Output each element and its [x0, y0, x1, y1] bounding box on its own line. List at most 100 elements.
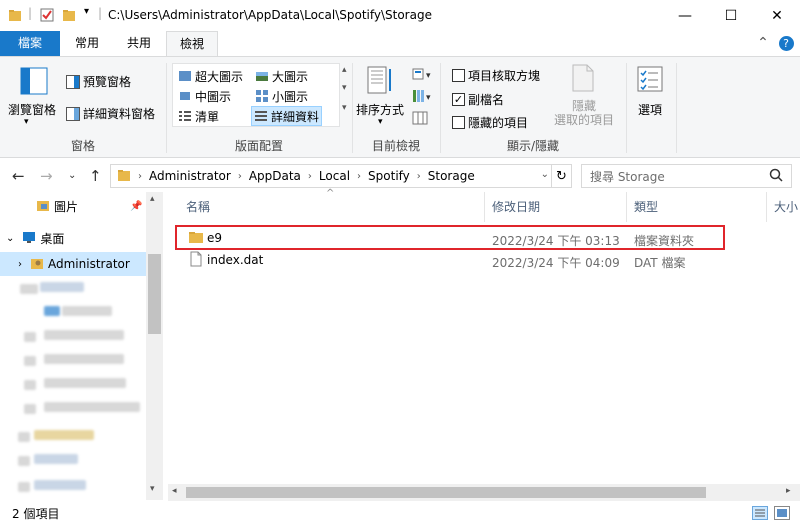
address-history-chevron-icon[interactable]: ⌄ — [541, 169, 549, 180]
refresh-icon[interactable]: ↻ — [551, 165, 571, 187]
hidden-items-checkbox[interactable] — [452, 116, 465, 129]
breadcrumb-appdata[interactable]: AppData — [245, 169, 305, 183]
redacted-item — [24, 356, 36, 366]
tab-file[interactable]: 檔案 — [0, 31, 60, 56]
navigation-pane-dropdown-icon[interactable]: ▾ — [24, 117, 29, 127]
layout-large-icons[interactable]: 大圖示 — [253, 66, 310, 86]
file-icon — [188, 251, 204, 270]
item-checkboxes-checkbox[interactable] — [452, 69, 465, 82]
address-row: ← → ⌄ ↑ › Administrator › AppData › Loca… — [0, 159, 800, 192]
navigation-pane-icon[interactable] — [20, 67, 48, 95]
size-columns-icon[interactable] — [412, 111, 428, 125]
tab-home[interactable]: 常用 — [62, 31, 112, 56]
breadcrumb-separator-icon[interactable]: › — [135, 171, 145, 182]
recent-locations-chevron-icon[interactable]: ⌄ — [68, 170, 76, 181]
options-button[interactable]: 選項 — [638, 101, 662, 118]
nav-item-pictures[interactable]: 圖片 📌 — [0, 194, 146, 218]
layout-details[interactable]: 詳細資料 — [251, 106, 323, 126]
layout-extra-large-icons[interactable]: 超大圖示 — [176, 66, 245, 86]
layout-scroll-up-icon[interactable]: ▴ — [342, 65, 347, 75]
breadcrumb-administrator[interactable]: Administrator — [145, 169, 235, 183]
pin-icon[interactable]: 📌 — [130, 201, 142, 212]
details-pane-button[interactable]: 詳細資料窗格 — [66, 105, 155, 122]
up-arrow-icon[interactable]: ↑ — [89, 167, 102, 185]
window-title: C:\Users\Administrator\AppData\Local\Spo… — [108, 8, 432, 22]
breadcrumb-separator-icon[interactable]: › — [305, 171, 315, 182]
breadcrumb-separator-icon[interactable]: › — [414, 171, 424, 182]
column-divider[interactable] — [626, 192, 627, 222]
column-header-name[interactable]: 名稱 — [186, 198, 210, 215]
group-by-icon[interactable]: ▾ — [412, 67, 434, 81]
scroll-up-icon[interactable]: ▴ — [150, 194, 155, 204]
new-folder-icon[interactable] — [62, 8, 76, 25]
breadcrumb-spotify[interactable]: Spotify — [364, 169, 414, 183]
hidden-items-toggle[interactable]: 隱藏的項目 — [452, 114, 528, 131]
redacted-item — [44, 378, 126, 388]
column-header-size[interactable]: 大小 — [774, 198, 798, 215]
file-extensions-toggle[interactable]: ✓ 副檔名 — [452, 91, 504, 108]
column-header-modified[interactable]: 修改日期 — [492, 198, 540, 215]
details-view-toggle-icon[interactable] — [752, 506, 768, 523]
navigation-scrollbar-thumb[interactable] — [148, 254, 161, 334]
scroll-down-icon[interactable]: ▾ — [150, 484, 155, 494]
svg-text:▾: ▾ — [426, 71, 431, 81]
nav-item-administrator[interactable]: › Administrator — [0, 252, 146, 276]
horizontal-scrollbar[interactable]: ◂ ▸ — [168, 484, 800, 501]
properties-icon[interactable] — [40, 8, 54, 25]
scroll-right-icon[interactable]: ▸ — [786, 486, 791, 496]
layout-list[interactable]: 清單 — [176, 106, 221, 126]
column-header-type[interactable]: 類型 — [634, 198, 658, 215]
redacted-item — [44, 402, 140, 412]
nav-item-desktop[interactable]: ⌄ 桌面 — [0, 226, 146, 250]
collapse-ribbon-button[interactable]: ⌃ — [752, 31, 774, 56]
search-icon[interactable] — [769, 168, 783, 185]
separator: | — [98, 6, 103, 20]
tab-view[interactable]: 檢視 — [166, 31, 218, 57]
redacted-item — [20, 284, 38, 294]
minimize-button[interactable]: — — [662, 0, 708, 31]
navigation-pane-button[interactable]: 瀏覽窗格 — [8, 101, 56, 118]
customize-toolbar-icon[interactable]: ▾ — [84, 6, 89, 17]
help-button[interactable]: ? — [776, 31, 796, 56]
hide-selected-button: 隱藏 選取的項目 — [553, 99, 614, 127]
breadcrumb-storage[interactable]: Storage — [424, 169, 479, 183]
maximize-button[interactable]: ☐ — [708, 0, 754, 31]
tab-share[interactable]: 共用 — [114, 31, 164, 56]
layout-more-icon[interactable]: ▾ — [342, 103, 347, 113]
highlight-annotation-box — [175, 225, 725, 250]
column-divider[interactable] — [484, 192, 485, 222]
navigation-scrollbar[interactable]: ▴ ▾ — [146, 192, 163, 500]
sort-by-icon[interactable] — [366, 65, 394, 95]
scroll-left-icon[interactable]: ◂ — [172, 486, 177, 496]
file-extensions-checkbox[interactable]: ✓ — [452, 93, 465, 106]
column-divider[interactable] — [766, 192, 767, 222]
ribbon-tabs: 檔案 常用 共用 檢視 ⌃ ? — [0, 31, 800, 57]
expanded-chevron-icon[interactable]: ⌄ — [6, 233, 14, 244]
layout-scroll-down-icon[interactable]: ▾ — [342, 83, 347, 93]
navigation-pane: 圖片 📌 ⌄ 桌面 › Administrator ▴ ▾ — [0, 192, 163, 500]
back-arrow-icon[interactable]: ← — [12, 167, 25, 185]
group-divider — [676, 63, 677, 153]
close-button[interactable]: ✕ — [754, 0, 800, 31]
layout-small-icons[interactable]: 小圖示 — [253, 86, 310, 106]
hide-selected-icon — [570, 63, 596, 93]
large-icons-toggle-icon[interactable] — [774, 506, 790, 523]
add-columns-icon[interactable]: ▾ — [412, 89, 434, 103]
breadcrumb-local[interactable]: Local — [315, 169, 354, 183]
address-bar[interactable]: › Administrator › AppData › Local › Spot… — [110, 164, 572, 188]
collapsed-chevron-icon[interactable]: › — [18, 259, 22, 270]
item-count: 2 個項目 — [12, 506, 60, 521]
layout-medium-icons[interactable]: 中圖示 — [176, 86, 233, 106]
breadcrumb-separator-icon[interactable]: › — [235, 171, 245, 182]
sort-by-button[interactable]: 排序方式 — [356, 101, 404, 118]
redacted-item — [44, 306, 60, 316]
item-checkboxes-toggle[interactable]: 項目核取方塊 — [452, 67, 540, 84]
forward-arrow-icon[interactable]: → — [40, 167, 53, 185]
options-icon[interactable] — [636, 65, 664, 93]
group-divider — [626, 63, 627, 153]
horizontal-scrollbar-thumb[interactable] — [186, 487, 706, 498]
search-input[interactable]: 搜尋 Storage — [581, 164, 792, 188]
preview-pane-button[interactable]: 預覽窗格 — [66, 73, 131, 90]
sort-by-dropdown-icon[interactable]: ▾ — [378, 117, 383, 127]
breadcrumb-separator-icon[interactable]: › — [354, 171, 364, 182]
